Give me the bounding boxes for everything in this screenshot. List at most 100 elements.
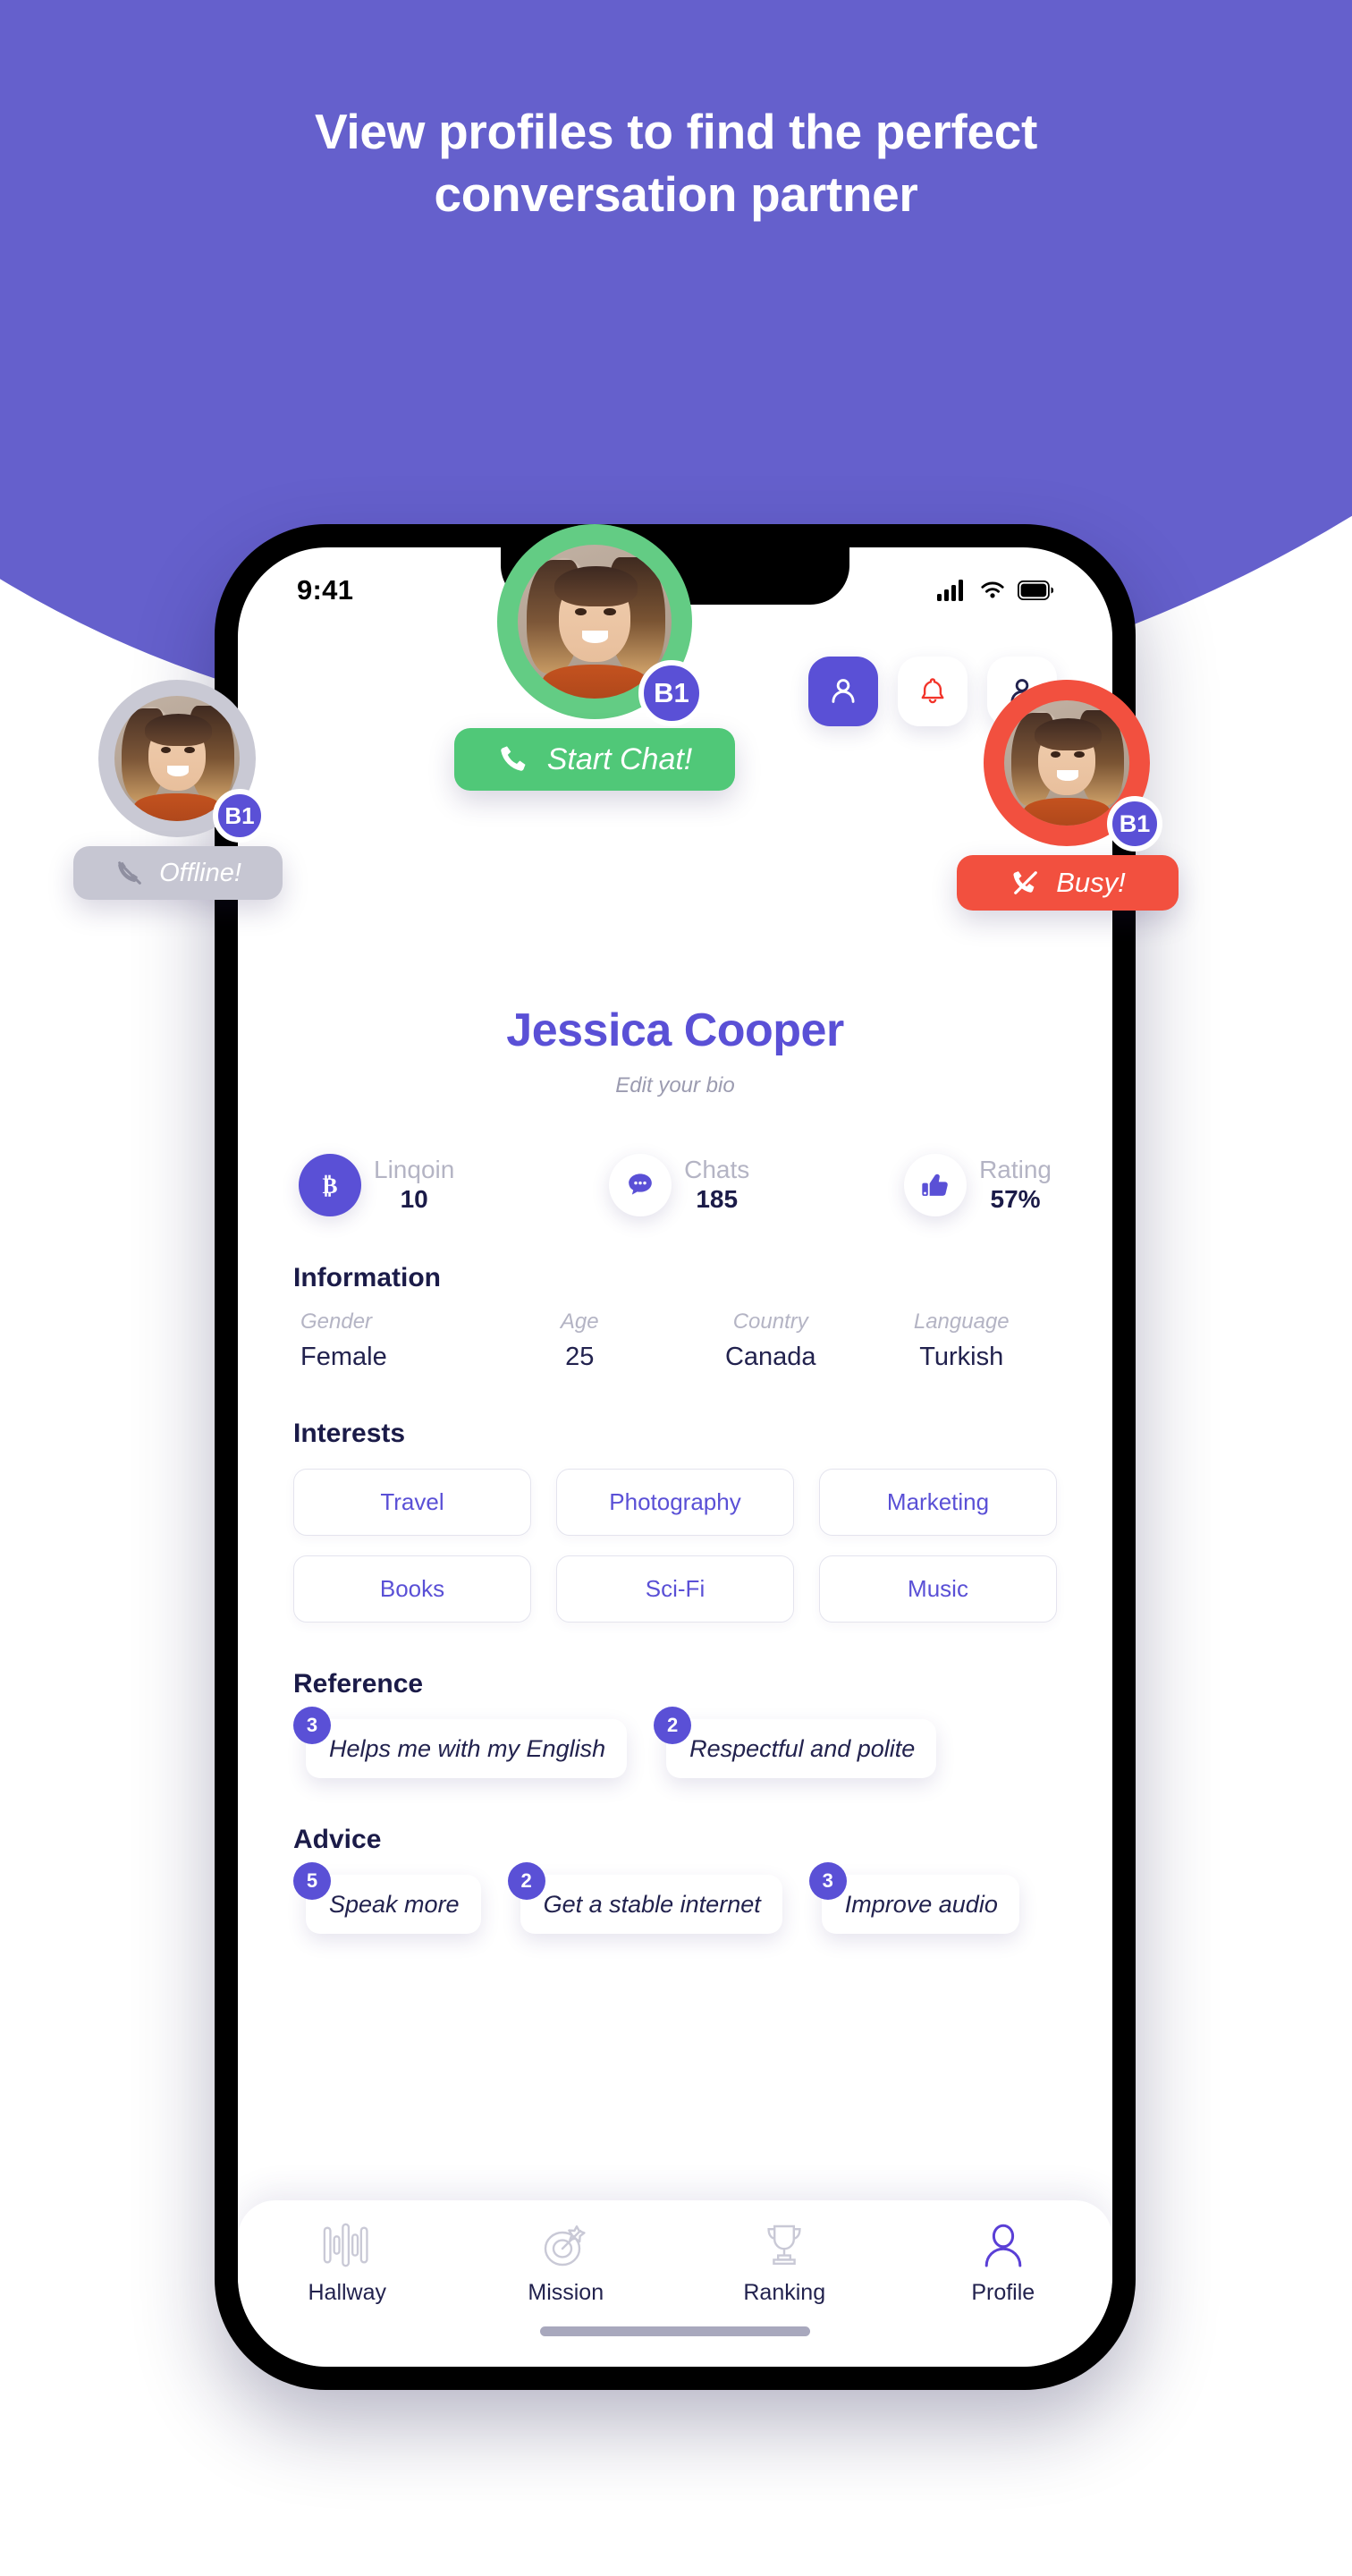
waveform-icon bbox=[323, 2223, 368, 2267]
status-label: Busy! bbox=[1056, 867, 1126, 898]
status-card-online[interactable]: B1 Start Chat! bbox=[454, 524, 735, 791]
tab-mission[interactable]: Mission bbox=[486, 2222, 646, 2306]
interest-chip[interactable]: Travel bbox=[293, 1469, 531, 1536]
status-badge-busy: Busy! bbox=[957, 855, 1179, 911]
trophy-icon bbox=[767, 2224, 801, 2265]
reference-count-badge: 2 bbox=[654, 1707, 692, 1744]
stat-chats[interactable]: Chats 185 bbox=[609, 1154, 749, 1216]
profile-settings-button[interactable] bbox=[808, 657, 878, 726]
status-bar-time: 9:41 bbox=[297, 574, 354, 606]
stat-label: Chats bbox=[684, 1156, 750, 1184]
tab-label: Profile bbox=[971, 2280, 1035, 2305]
battery-icon bbox=[1018, 580, 1053, 600]
info-key: Country bbox=[732, 1309, 808, 1334]
person-icon bbox=[832, 679, 855, 703]
svg-text:₿: ₿ bbox=[322, 1173, 337, 1199]
stat-text: Linqoin 10 bbox=[374, 1156, 454, 1215]
info-key: Age bbox=[560, 1309, 599, 1334]
section-title-reference: Reference bbox=[293, 1669, 424, 1699]
reference-text: Helps me with my English bbox=[306, 1719, 628, 1778]
avatar-ring-online: B1 bbox=[497, 524, 705, 726]
information-grid: Gender Female Age 25 Country Canada Lang… bbox=[293, 1309, 1057, 1372]
avatar bbox=[1004, 700, 1129, 826]
stat-rating[interactable]: Rating 57% bbox=[904, 1154, 1052, 1216]
advice-count-badge: 2 bbox=[507, 1862, 545, 1900]
reference-item[interactable]: 3 Helps me with my English bbox=[293, 1707, 628, 1778]
stats-row: ₿ Linqoin 10 Chats 185 Rating 57% bbox=[293, 1154, 1057, 1216]
phone-off-icon bbox=[118, 861, 141, 885]
tab-label: Mission bbox=[528, 2280, 604, 2305]
level-badge: B1 bbox=[1107, 796, 1162, 852]
avatar-ring-busy: B1 bbox=[984, 680, 1162, 852]
stat-icon-wrap bbox=[609, 1154, 672, 1216]
reference-text: Respectful and polite bbox=[666, 1719, 937, 1778]
phone-icon bbox=[501, 746, 526, 771]
reference-pill-row: 3 Helps me with my English 2 Respectful … bbox=[293, 1707, 1057, 1778]
reference-count-badge: 3 bbox=[293, 1707, 331, 1744]
section-title-interests: Interests bbox=[293, 1419, 406, 1448]
level-badge: B1 bbox=[638, 660, 705, 726]
hero-headline-line-1: View profiles to find the perfect bbox=[314, 104, 1038, 159]
advice-count-badge: 3 bbox=[808, 1862, 847, 1900]
bell-icon bbox=[921, 678, 944, 704]
status-card-offline[interactable]: B1 Offline! bbox=[73, 680, 283, 900]
signal-bars-icon bbox=[937, 580, 963, 601]
start-chat-button[interactable]: Start Chat! bbox=[454, 728, 735, 791]
advice-text: Speak more bbox=[306, 1875, 481, 1934]
phone-busy-icon bbox=[1013, 871, 1038, 894]
stat-linqoin[interactable]: ₿ Linqoin 10 bbox=[299, 1154, 454, 1216]
stat-icon-wrap bbox=[904, 1154, 968, 1216]
info-cell-gender: Gender Female bbox=[293, 1309, 485, 1372]
info-cell-country: Country Canada bbox=[675, 1309, 866, 1372]
advice-pill-row: 5 Speak more 2 Get a stable internet 3 I… bbox=[293, 1862, 1057, 1934]
chat-bubble-icon bbox=[629, 1174, 652, 1195]
avatar-ring-offline: B1 bbox=[98, 680, 266, 843]
advice-text: Get a stable internet bbox=[520, 1875, 782, 1934]
home-indicator bbox=[540, 2326, 810, 2336]
person-icon bbox=[984, 2224, 1022, 2267]
status-label: Offline! bbox=[159, 858, 241, 887]
reference-item[interactable]: 2 Respectful and polite bbox=[654, 1707, 937, 1778]
advice-count-badge: 5 bbox=[293, 1862, 331, 1900]
stat-icon-wrap: ₿ bbox=[299, 1154, 361, 1216]
advice-text: Improve audio bbox=[821, 1875, 1019, 1934]
promo-screenshot: View profiles to find the perfect conver… bbox=[0, 0, 1352, 2576]
status-bar-indicators bbox=[937, 580, 1053, 601]
tab-ranking[interactable]: Ranking bbox=[704, 2222, 865, 2306]
phone-screen: 9:41 Jessica Cooper Edit your bio ₿ Linq… bbox=[238, 547, 1112, 2367]
stat-label: Linqoin bbox=[374, 1156, 455, 1184]
info-value: Female bbox=[300, 1343, 387, 1371]
bitcoin-icon: ₿ bbox=[322, 1173, 337, 1199]
info-cell-language: Language Turkish bbox=[866, 1309, 1058, 1372]
interest-chip[interactable]: Photography bbox=[556, 1469, 794, 1536]
hero-headline: View profiles to find the perfect conver… bbox=[139, 100, 1213, 226]
tab-hallway[interactable]: Hallway bbox=[266, 2222, 427, 2306]
section-title-information: Information bbox=[293, 1263, 441, 1292]
tab-label: Hallway bbox=[308, 2280, 387, 2305]
interest-chip[interactable]: Music bbox=[819, 1555, 1057, 1623]
interest-chip[interactable]: Sci-Fi bbox=[556, 1555, 794, 1623]
stat-value: 185 bbox=[696, 1185, 739, 1214]
status-card-busy[interactable]: B1 Busy! bbox=[957, 680, 1179, 911]
target-dart-icon bbox=[544, 2225, 586, 2267]
tab-profile[interactable]: Profile bbox=[923, 2222, 1084, 2306]
page-title: Jessica Cooper bbox=[506, 1004, 844, 1056]
tab-label: Ranking bbox=[743, 2280, 826, 2305]
stat-text: Chats 185 bbox=[684, 1156, 749, 1215]
stat-value: 57% bbox=[990, 1185, 1041, 1214]
status-badge-offline: Offline! bbox=[73, 846, 283, 900]
advice-item[interactable]: 5 Speak more bbox=[293, 1862, 481, 1934]
interests-chip-grid: Travel Photography Marketing Books Sci-F… bbox=[293, 1469, 1057, 1623]
info-value: 25 bbox=[565, 1343, 595, 1371]
hero-headline-line-2: conversation partner bbox=[434, 166, 918, 223]
bio-placeholder[interactable]: Edit your bio bbox=[293, 1073, 1057, 1098]
bottom-tab-bar: Hallway Mission Ranking Profile bbox=[238, 2200, 1112, 2367]
section-title-advice: Advice bbox=[293, 1825, 382, 1854]
advice-item[interactable]: 2 Get a stable internet bbox=[507, 1862, 782, 1934]
thumbs-up-icon bbox=[922, 1174, 948, 1196]
advice-item[interactable]: 3 Improve audio bbox=[808, 1862, 1019, 1934]
interest-chip[interactable]: Books bbox=[293, 1555, 531, 1623]
interest-chip[interactable]: Marketing bbox=[819, 1469, 1057, 1536]
notifications-button[interactable] bbox=[898, 657, 968, 726]
info-value: Turkish bbox=[919, 1343, 1004, 1371]
